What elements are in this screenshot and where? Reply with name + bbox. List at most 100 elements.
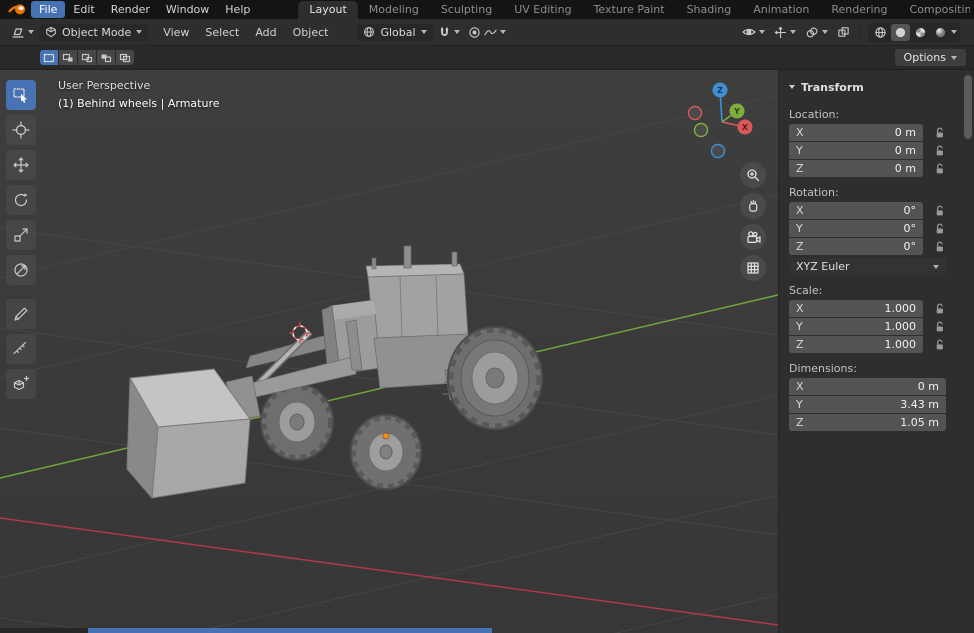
lock-scale-x-button[interactable] bbox=[932, 302, 946, 315]
rear-wheel bbox=[448, 327, 542, 429]
chevron-down-icon bbox=[951, 30, 957, 34]
measure-tool[interactable] bbox=[6, 334, 36, 364]
location-label: Location: bbox=[789, 108, 946, 121]
scale-y-field[interactable]: Y 1.000 bbox=[789, 318, 923, 335]
location-z-field[interactable]: Z 0 m bbox=[789, 160, 923, 177]
scrollbar-thumb[interactable] bbox=[964, 75, 972, 139]
menu-help[interactable]: Help bbox=[217, 1, 258, 18]
scene-canvas[interactable] bbox=[0, 70, 778, 633]
editor-type-icon bbox=[11, 25, 25, 39]
rotation-mode-dropdown[interactable]: XYZ Euler bbox=[789, 258, 946, 275]
toggle-xray-button[interactable] bbox=[834, 24, 853, 41]
tab-compositing[interactable]: Compositing bbox=[899, 1, 970, 19]
select-mode-invert-button[interactable] bbox=[97, 50, 115, 65]
rotate-tool[interactable] bbox=[6, 185, 36, 215]
show-visibility-button[interactable] bbox=[739, 24, 768, 40]
zoom-button[interactable] bbox=[740, 162, 766, 188]
unlock-icon bbox=[933, 144, 946, 157]
lock-rotation-y-button[interactable] bbox=[932, 222, 946, 235]
tab-rendering[interactable]: Rendering bbox=[820, 1, 898, 19]
options-button[interactable]: Options bbox=[895, 49, 966, 66]
rotation-z-field[interactable]: Z 0° bbox=[789, 238, 923, 255]
tab-modeling[interactable]: Modeling bbox=[358, 1, 430, 19]
location-y-field[interactable]: Y 0 m bbox=[789, 142, 923, 159]
tab-animation[interactable]: Animation bbox=[742, 1, 820, 19]
tab-layout[interactable]: Layout bbox=[298, 1, 357, 19]
shading-solid-button[interactable] bbox=[891, 24, 910, 41]
menu-add[interactable]: Add bbox=[248, 24, 283, 41]
add-cube-tool[interactable] bbox=[6, 369, 36, 399]
scale-x-field[interactable]: X 1.000 bbox=[789, 300, 923, 317]
toggle-ortho-button[interactable] bbox=[740, 255, 766, 281]
dimensions-x-field[interactable]: X 0 m bbox=[789, 378, 946, 395]
lock-scale-y-button[interactable] bbox=[932, 320, 946, 333]
tab-sculpting[interactable]: Sculpting bbox=[430, 1, 503, 19]
lock-rotation-x-button[interactable] bbox=[932, 204, 946, 217]
tab-uv-editing[interactable]: UV Editing bbox=[503, 1, 582, 19]
transform-tool[interactable] bbox=[6, 255, 36, 285]
sidebar-scrollbar[interactable] bbox=[964, 75, 972, 628]
scale-tool[interactable] bbox=[6, 220, 36, 250]
scale-z-field[interactable]: Z 1.000 bbox=[789, 336, 923, 353]
dimensions-z-field[interactable]: Z 1.05 m bbox=[789, 414, 946, 431]
rotation-y-field[interactable]: Y 0° bbox=[789, 220, 923, 237]
menu-select[interactable]: Select bbox=[198, 24, 246, 41]
select-extend-icon bbox=[62, 53, 74, 63]
select-box-tool[interactable] bbox=[6, 80, 36, 110]
menu-edit[interactable]: Edit bbox=[65, 1, 102, 18]
tab-shading[interactable]: Shading bbox=[676, 1, 743, 19]
gizmo-minus-x-ball[interactable] bbox=[689, 107, 702, 120]
proportional-editing-button[interactable] bbox=[465, 24, 509, 41]
transform-orientation-dropdown[interactable]: Global bbox=[357, 24, 432, 41]
lock-location-z-button[interactable] bbox=[932, 162, 946, 175]
navigation-gizmo[interactable]: Z Y X bbox=[684, 74, 766, 166]
gizmo-arrows-icon bbox=[774, 26, 787, 39]
unlock-icon bbox=[933, 320, 946, 333]
viewport-3d[interactable]: User Perspective (1) Behind wheels | Arm… bbox=[0, 70, 778, 633]
shading-wireframe-button[interactable] bbox=[871, 24, 890, 41]
select-mode-intersect-button[interactable] bbox=[116, 50, 134, 65]
move-tool[interactable] bbox=[6, 150, 36, 180]
select-mode-extend-button[interactable] bbox=[59, 50, 77, 65]
scale-group: X 1.000 Y 1.000 Z bbox=[789, 300, 946, 353]
pan-button[interactable] bbox=[740, 193, 766, 219]
menu-view[interactable]: View bbox=[156, 24, 196, 41]
lock-location-x-button[interactable] bbox=[932, 126, 946, 139]
scale-tool-icon bbox=[12, 226, 30, 244]
lock-rotation-z-button[interactable] bbox=[932, 240, 946, 253]
snap-toggle-button[interactable] bbox=[435, 24, 463, 41]
menu-render[interactable]: Render bbox=[103, 1, 158, 18]
annotate-tool[interactable] bbox=[6, 299, 36, 329]
editor-type-button[interactable] bbox=[8, 23, 37, 41]
menu-file[interactable]: File bbox=[31, 1, 65, 18]
field-value: 0 m bbox=[918, 380, 939, 393]
chevron-down-icon bbox=[421, 30, 427, 34]
axis-label: X bbox=[796, 126, 804, 139]
show-gizmo-button[interactable] bbox=[771, 24, 799, 41]
shading-rendered-button[interactable] bbox=[931, 24, 950, 41]
gizmo-minus-z-ball[interactable] bbox=[712, 145, 725, 158]
tab-texture-paint[interactable]: Texture Paint bbox=[583, 1, 676, 19]
transform-panel-header[interactable]: Transform bbox=[789, 75, 946, 99]
menu-object[interactable]: Object bbox=[286, 24, 336, 41]
select-mode-subtract-button[interactable] bbox=[78, 50, 96, 65]
gizmo-minus-y-ball[interactable] bbox=[695, 124, 708, 137]
show-overlays-button[interactable] bbox=[802, 24, 831, 41]
location-x-field[interactable]: X 0 m bbox=[789, 124, 923, 141]
menu-bar: File Edit Render Window Help bbox=[31, 1, 258, 18]
lock-location-y-button[interactable] bbox=[932, 144, 946, 157]
tractor-model[interactable] bbox=[127, 246, 542, 498]
object-mode-icon bbox=[45, 26, 57, 38]
shading-material-button[interactable] bbox=[911, 24, 930, 41]
dimensions-y-field[interactable]: Y 3.43 m bbox=[789, 396, 946, 413]
camera-view-button[interactable] bbox=[740, 224, 766, 250]
rotation-x-field[interactable]: X 0° bbox=[789, 202, 923, 219]
cursor-tool[interactable] bbox=[6, 115, 36, 145]
mode-dropdown[interactable]: Object Mode bbox=[39, 24, 148, 41]
collapse-chevron-icon bbox=[789, 85, 795, 89]
select-mode-new-button[interactable] bbox=[40, 50, 58, 65]
axis-label: Y bbox=[796, 398, 803, 411]
lock-scale-z-button[interactable] bbox=[932, 338, 946, 351]
menu-window[interactable]: Window bbox=[158, 1, 217, 18]
blender-logo-icon[interactable] bbox=[7, 3, 27, 17]
